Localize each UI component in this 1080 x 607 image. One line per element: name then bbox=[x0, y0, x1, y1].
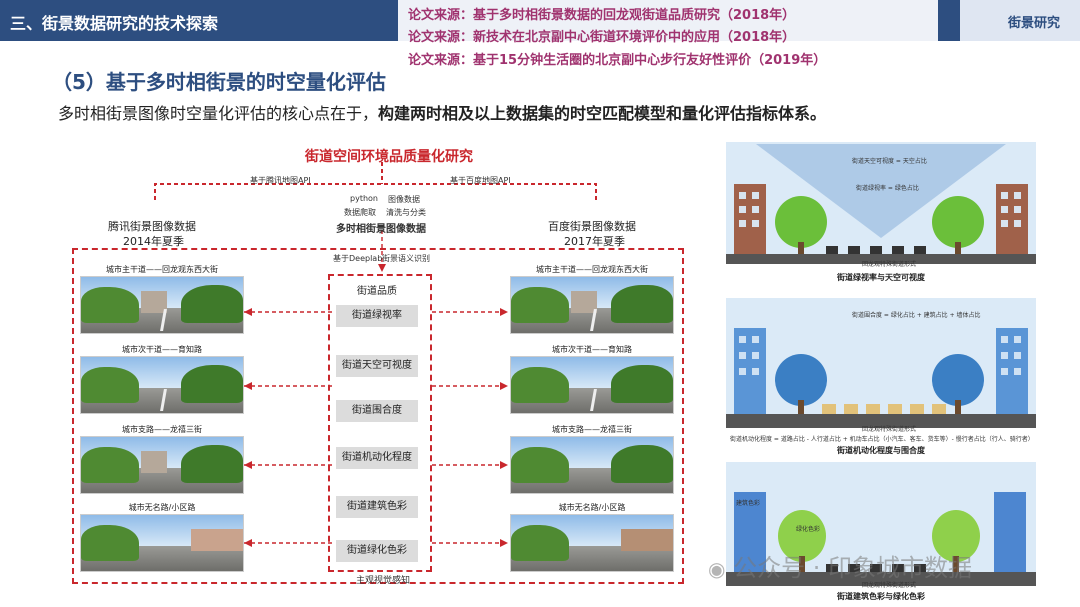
panel1-caption: 街道绿视率与天空可视度 bbox=[837, 273, 925, 282]
panel1-note-form: 回龙观特殊街道形式 bbox=[862, 261, 917, 268]
panel3-note-greening: 绿化色彩 bbox=[796, 526, 821, 533]
right-street-label-4: 城市无名路/小区路 bbox=[558, 503, 626, 512]
metric-enclosure: 街道围合度 bbox=[336, 400, 418, 422]
watermark: ◉ 公众号 · 印象城市数据 bbox=[708, 548, 972, 583]
right-street-photo-3 bbox=[510, 436, 674, 494]
diagram-title: 街道空间环境品质量化研究 bbox=[305, 149, 473, 165]
right-street-photo-2 bbox=[510, 356, 674, 414]
metric-green-view: 街道绿视率 bbox=[336, 305, 418, 327]
left-street-label-4: 城市无名路/小区路 bbox=[128, 503, 196, 512]
api-right-label: 基于百度地图API bbox=[450, 176, 511, 185]
metric-greening-color: 街道绿化色彩 bbox=[336, 540, 418, 562]
api-left-label: 基于腾讯地图API bbox=[250, 176, 311, 185]
left-street-photo-2 bbox=[80, 356, 244, 414]
bottom-label: 主观视觉感知 bbox=[356, 576, 411, 586]
panel3-caption: 街道建筑色彩与绿化色彩 bbox=[837, 592, 925, 601]
metric-motorization: 街道机动化程度 bbox=[336, 447, 418, 469]
left-source-date: 2014年夏季 bbox=[123, 235, 184, 248]
crawl-label: 数据爬取 bbox=[344, 208, 376, 217]
right-source-name: 百度街景图像数据 bbox=[548, 220, 636, 233]
image-data-label: 图像数据 bbox=[388, 195, 420, 204]
left-street-photo-3 bbox=[80, 436, 244, 494]
right-street-label-1: 城市主干道——回龙观东西大街 bbox=[536, 265, 648, 274]
panel2-note-form: 回龙观特殊街道形式 bbox=[862, 426, 917, 433]
left-street-photo-1 bbox=[80, 276, 244, 334]
left-street-label-1: 城市主干道——回龙观东西大街 bbox=[106, 265, 218, 274]
left-street-photo-4 bbox=[80, 514, 244, 572]
right-street-label-2: 城市次干道——育知路 bbox=[552, 345, 632, 354]
right-street-label-3: 城市支路——龙禧三街 bbox=[552, 425, 632, 434]
metric-building-color: 街道建筑色彩 bbox=[336, 496, 418, 518]
panel2-note-enclosure: 街道围合度 = 绿化占比 + 建筑占比 + 墙体占比 bbox=[852, 312, 981, 319]
left-source-name: 腾讯街景图像数据 bbox=[108, 220, 196, 233]
wechat-icon: ◉ bbox=[708, 557, 726, 581]
right-street-photo-4 bbox=[510, 514, 674, 572]
right-source-date: 2017年夏季 bbox=[564, 235, 625, 248]
quality-header: 街道品质 bbox=[357, 286, 397, 297]
left-street-label-3: 城市支路——龙禧三街 bbox=[122, 425, 202, 434]
python-label: python bbox=[350, 194, 378, 203]
panel2-caption: 街道机动化程度与围合度 bbox=[837, 446, 925, 455]
panel1-note-green: 街道绿视率 = 绿色占比 bbox=[856, 185, 919, 192]
multi-temporal-label: 多时相街景图像数据 bbox=[336, 224, 426, 235]
panel2-note-motorization: 街道机动化程度 = 道路占比 - 人行道占比 + 机动车占比（小汽车、客车、货车… bbox=[730, 436, 1034, 443]
metric-sky-view: 街道天空可视度 bbox=[336, 355, 418, 377]
panel1-note-sky: 街道天空可视度 = 天空占比 bbox=[852, 158, 927, 165]
clean-label: 清洗与分类 bbox=[386, 208, 426, 217]
panel3-note-building: 建筑色彩 bbox=[736, 500, 761, 507]
watermark-text: 公众号 · 印象城市数据 bbox=[733, 554, 972, 582]
left-street-label-2: 城市次干道——育知路 bbox=[122, 345, 202, 354]
right-street-photo-1 bbox=[510, 276, 674, 334]
